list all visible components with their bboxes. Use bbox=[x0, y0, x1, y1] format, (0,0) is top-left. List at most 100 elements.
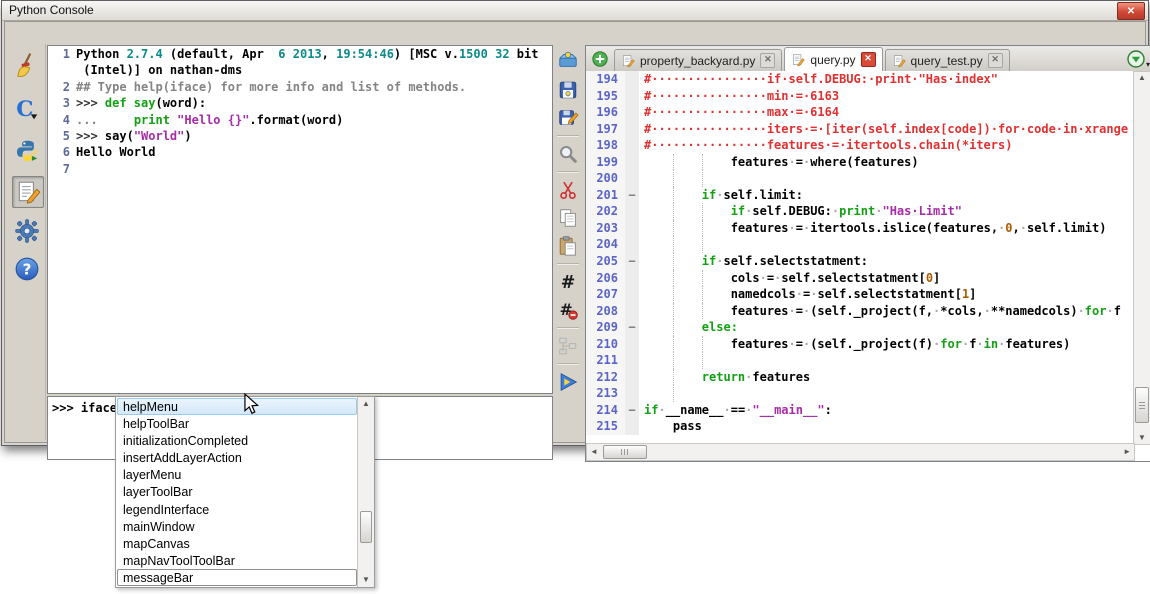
new-tab-button[interactable] bbox=[592, 51, 608, 67]
autocomplete-item-legendInterface[interactable]: legendInterface bbox=[117, 501, 357, 518]
cut-icon[interactable] bbox=[556, 178, 580, 202]
fold-collapse-icon[interactable]: − bbox=[625, 253, 639, 270]
fold-collapse-icon[interactable]: − bbox=[625, 187, 639, 204]
autocomplete-item-mapCanvas[interactable]: mapCanvas bbox=[117, 535, 357, 552]
fold-margin bbox=[625, 121, 639, 138]
editor-line: 199 features·=·where(features) bbox=[586, 154, 1135, 171]
editor-horizontal-scrollbar[interactable]: ◄ ► bbox=[586, 443, 1135, 461]
settings-gear-icon[interactable] bbox=[12, 216, 42, 246]
editor-line-number: 197 bbox=[586, 121, 625, 138]
uncomment-icon[interactable]: # bbox=[556, 298, 580, 322]
console-line-number: 3 bbox=[48, 95, 76, 111]
editor-vertical-scrollbar[interactable]: ▲ ▼ bbox=[1133, 71, 1150, 445]
editor-line: 194#················if·self.DEBUG:·print… bbox=[586, 71, 1135, 88]
editor-code-area[interactable]: 194#················if·self.DEBUG:·print… bbox=[586, 71, 1135, 445]
import-class-python-icon[interactable] bbox=[12, 136, 42, 166]
scroll-up-icon[interactable]: ▲ bbox=[358, 400, 374, 408]
window-close-button[interactable]: ✕ bbox=[1117, 2, 1145, 20]
editor-line-number: 200 bbox=[586, 170, 625, 187]
fold-margin bbox=[625, 220, 639, 237]
open-file-icon[interactable] bbox=[556, 48, 580, 72]
editor-line: 202 if·self.DEBUG:·print·"Has·Limit" bbox=[586, 203, 1135, 220]
fold-margin bbox=[625, 154, 639, 171]
fold-collapse-icon[interactable]: − bbox=[625, 402, 639, 419]
editor-line: 214−if·__name__·==·"__main__": bbox=[586, 402, 1135, 419]
python-console-window: Python Console ✕ C? 1Python 2.7.4 (defau… bbox=[1, 0, 1149, 446]
scroll-right-icon[interactable]: ► bbox=[1123, 448, 1131, 456]
tab-list-dropdown-icon[interactable] bbox=[1127, 50, 1145, 68]
autocomplete-scrollbar[interactable]: ▲ ▼ bbox=[357, 397, 374, 587]
console-line: 4... print "Hello {}".format(word) bbox=[48, 112, 552, 128]
tab-property_backyard.py[interactable]: property_backyard.py✕ bbox=[614, 49, 782, 71]
copy-icon[interactable] bbox=[556, 206, 580, 230]
fold-margin bbox=[625, 236, 639, 253]
fold-margin bbox=[625, 418, 639, 435]
console-left-toolbar: C? bbox=[7, 44, 46, 440]
fold-margin bbox=[625, 352, 639, 369]
save-icon[interactable] bbox=[556, 78, 580, 102]
comment-icon[interactable]: # bbox=[556, 270, 580, 294]
tab-query.py[interactable]: query.py ✕ bbox=[784, 47, 882, 71]
tab-close-icon[interactable]: ✕ bbox=[760, 53, 775, 68]
console-line: 7 bbox=[48, 161, 552, 177]
editor-line-number: 202 bbox=[586, 203, 625, 220]
find-text-icon[interactable] bbox=[556, 142, 580, 166]
show-editor-icon[interactable] bbox=[12, 176, 44, 208]
save-as-icon[interactable] bbox=[556, 106, 580, 130]
tab-query_test.py[interactable]: query_test.py✕ bbox=[885, 49, 1010, 71]
screenshot-stage: Python Console ✕ C? 1Python 2.7.4 (defau… bbox=[0, 0, 1150, 594]
fold-margin bbox=[625, 137, 639, 154]
editor-line-number: 212 bbox=[586, 369, 625, 386]
autocomplete-item-layerToolBar[interactable]: layerToolBar bbox=[117, 483, 357, 500]
editor-panel: property_backyard.py✕query.py✕query_test… bbox=[585, 45, 1150, 462]
file-icon bbox=[621, 54, 635, 68]
autocomplete-popup: helpMenuhelpToolBarinitializationComplet… bbox=[115, 396, 375, 588]
scroll-left-icon[interactable]: ◄ bbox=[590, 448, 598, 456]
editor-line-number: 196 bbox=[586, 104, 625, 121]
file-icon bbox=[892, 54, 906, 68]
autocomplete-item-mainWindow[interactable]: mainWindow bbox=[117, 518, 357, 535]
console-line-number: 2 bbox=[48, 79, 76, 95]
tab-list-caret-icon[interactable]: ▾ bbox=[1146, 60, 1150, 69]
editor-line: 211 bbox=[586, 352, 1135, 369]
hscroll-thumb[interactable] bbox=[603, 445, 647, 459]
tab-label: query.py bbox=[810, 53, 855, 67]
scroll-up-icon[interactable]: ▲ bbox=[1134, 74, 1150, 82]
editor-line: 205− if·self.selectstatment: bbox=[586, 253, 1135, 270]
paste-icon[interactable] bbox=[556, 234, 580, 258]
editor-line: 212 return·features bbox=[586, 369, 1135, 386]
fold-margin bbox=[625, 369, 639, 386]
fold-collapse-icon[interactable]: − bbox=[625, 319, 639, 336]
editor-line: 208 features·=·(self._project(f,·*cols,·… bbox=[586, 303, 1135, 320]
autocomplete-item-messageBar[interactable]: messageBar bbox=[117, 569, 357, 586]
run-command-icon[interactable]: C bbox=[12, 94, 42, 124]
editor-line: 200 bbox=[586, 170, 1135, 187]
mouse-cursor-icon bbox=[243, 393, 260, 422]
tab-close-icon[interactable]: ✕ bbox=[988, 53, 1003, 68]
fold-margin bbox=[625, 203, 639, 220]
run-script-icon[interactable] bbox=[556, 370, 580, 394]
autocomplete-item-helpMenu[interactable]: helpMenu bbox=[117, 398, 357, 415]
editor-tab-bar: property_backyard.py✕query.py✕query_test… bbox=[586, 46, 1150, 72]
autocomplete-item-initializationCompleted[interactable]: initializationCompleted bbox=[117, 432, 357, 449]
editor-line: 196#················max·=·6164 bbox=[586, 104, 1135, 121]
titlebar[interactable]: Python Console ✕ bbox=[2, 1, 1148, 21]
scroll-down-icon[interactable]: ▼ bbox=[1134, 434, 1150, 442]
tab-close-icon[interactable]: ✕ bbox=[861, 52, 876, 67]
autocomplete-item-layerMenu[interactable]: layerMenu bbox=[117, 466, 357, 483]
editor-line: 201− if·self.limit: bbox=[586, 187, 1135, 204]
vscroll-thumb[interactable] bbox=[1135, 387, 1149, 423]
ac-scroll-thumb[interactable] bbox=[360, 511, 372, 543]
autocomplete-item-insertAddLayerAction[interactable]: insertAddLayerAction bbox=[117, 449, 357, 466]
help-icon[interactable]: ? bbox=[12, 254, 42, 284]
autocomplete-item-helpToolBar[interactable]: helpToolBar bbox=[117, 415, 357, 432]
console-line-number: 4 bbox=[48, 112, 76, 128]
console-output-panel[interactable]: 1Python 2.7.4 (default, Apr 6 2013, 19:5… bbox=[47, 45, 553, 394]
clear-console-broom-icon[interactable] bbox=[12, 50, 42, 80]
editor-line-number: 213 bbox=[586, 385, 625, 402]
editor-line: 206 cols·=·self.selectstatment[0] bbox=[586, 270, 1135, 287]
fold-margin bbox=[625, 170, 639, 187]
autocomplete-item-mapNavToolToolBar[interactable]: mapNavToolToolBar bbox=[117, 552, 357, 569]
object-inspector-icon[interactable] bbox=[556, 334, 580, 358]
scroll-down-icon[interactable]: ▼ bbox=[358, 576, 374, 584]
